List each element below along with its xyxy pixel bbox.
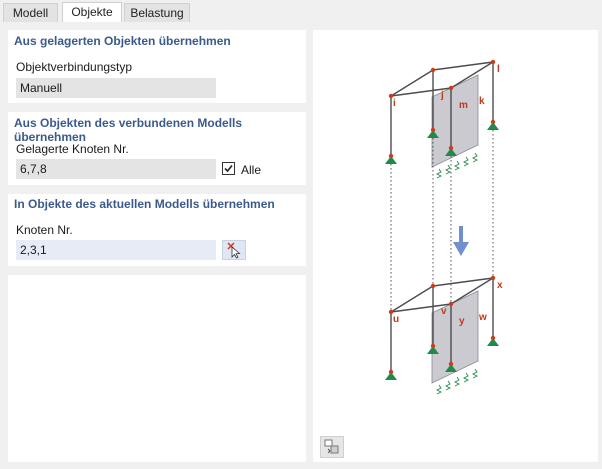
panel-connected-model: Aus Objekten des verbundenen Modells übe…: [8, 112, 306, 185]
bottom-frame-node: [388, 369, 394, 375]
pick-nodes-button[interactable]: [222, 240, 246, 260]
top-frame-node: [490, 59, 496, 65]
top-frame-node-label: l: [497, 64, 500, 75]
supported-nodes-label: Gelagerte Knoten Nr.: [16, 142, 129, 156]
view-options-button[interactable]: [320, 436, 344, 458]
top-frame-node: [430, 67, 436, 73]
top-frame-node: [490, 119, 496, 125]
top-frame-spring: [435, 168, 443, 179]
tab-objekte[interactable]: Objekte: [62, 2, 122, 22]
tab-modell[interactable]: Modell: [3, 3, 58, 22]
bottom-frame-node: [490, 335, 496, 341]
bottom-frame-node-label: x: [497, 280, 503, 291]
top-frame-wall: [431, 74, 479, 168]
bottom-frame-beam: [432, 277, 494, 287]
bottom-frame-wall: [431, 290, 479, 384]
diagram-viewport: i j k l m u v w x y: [313, 30, 598, 462]
tab-bar: Modell Objekte Belastung: [0, 0, 602, 22]
top-frame-node: [388, 153, 394, 159]
top-frame-node: [448, 85, 454, 91]
nodes-label: Knoten Nr.: [16, 223, 73, 237]
top-frame-node-label: i: [393, 98, 396, 109]
panel-empty: [8, 275, 306, 462]
transfer-arrow-head: [453, 242, 469, 256]
pick-node-icon: [227, 242, 241, 259]
top-frame-node-label: m: [459, 100, 468, 111]
bottom-frame-node-label: u: [393, 314, 399, 325]
all-checkbox[interactable]: [222, 162, 235, 175]
top-frame-node: [448, 145, 454, 151]
supported-nodes-input[interactable]: 6,7,8: [16, 159, 216, 179]
top-frame-node-label: j: [440, 90, 444, 101]
top-frame-node: [430, 127, 436, 133]
bottom-frame-node-label: y: [459, 316, 465, 327]
bottom-frame-node-label: v: [441, 306, 447, 317]
section-title-current: In Objekte des aktuellen Modells überneh…: [14, 197, 275, 211]
tab-belastung[interactable]: Belastung: [124, 3, 190, 22]
bottom-frame-beam: [390, 285, 434, 313]
bottom-frame-node: [448, 361, 454, 367]
all-label: Alle: [241, 163, 262, 177]
bottom-frame-spring: [453, 376, 461, 387]
top-frame-spring: [462, 156, 470, 167]
top-frame-node-label: k: [479, 96, 485, 107]
check-mark-icon: [224, 164, 233, 173]
top-frame-spring: [471, 152, 479, 163]
top-frame-spring: [453, 160, 461, 171]
section-title-stored: Aus gelagerten Objekten übernehmen: [14, 34, 231, 48]
top-frame-beam: [390, 69, 434, 97]
view-options-icon: [324, 439, 339, 454]
section-title-connected: Aus Objekten des verbundenen Modells übe…: [14, 116, 243, 144]
model-connection-diagram: i j k l m u v w x y: [385, 59, 503, 395]
bottom-frame-spring: [435, 384, 443, 395]
panel-stored-objects: Aus gelagerten Objekten übernehmen Objek…: [8, 30, 306, 103]
bottom-frame-node: [430, 343, 436, 349]
panel-current-model: In Objekte des aktuellen Modells überneh…: [8, 194, 306, 266]
connection-type-select[interactable]: Manuell: [16, 78, 216, 98]
nodes-input[interactable]: 2,3,1: [16, 240, 216, 260]
bottom-frame-spring: [444, 380, 452, 391]
connection-type-label: Objektverbindungstyp: [16, 60, 133, 74]
top-frame-spring: [444, 164, 452, 175]
bottom-frame-node-label: w: [478, 312, 487, 323]
bottom-frame-spring: [462, 372, 470, 383]
bottom-frame-spring: [471, 368, 479, 379]
top-frame-beam: [432, 61, 494, 71]
